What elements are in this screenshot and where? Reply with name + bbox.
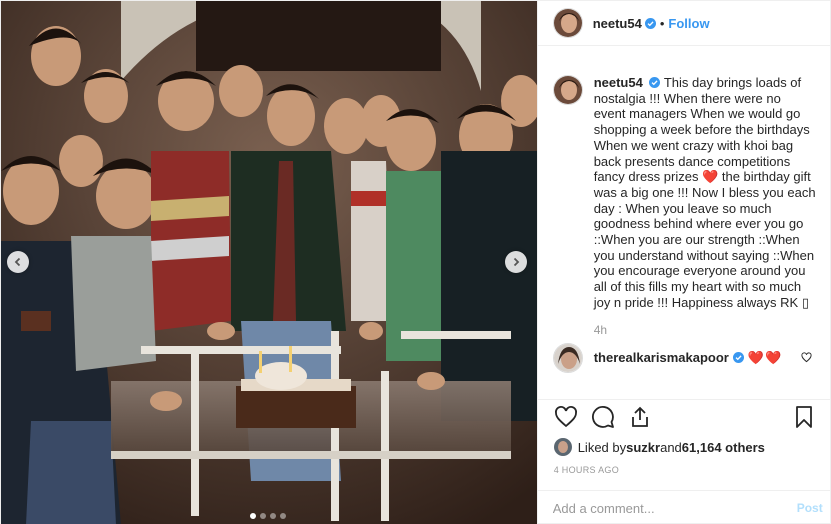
save-icon[interactable]	[792, 405, 816, 429]
avatar[interactable]	[552, 75, 583, 105]
liker-photo-image	[553, 438, 572, 456]
comment-input[interactable]	[552, 500, 797, 516]
add-comment-bar: Post	[537, 490, 831, 524]
party-photo-image	[1, 1, 537, 524]
comment-heart-emoji: ❤️	[765, 349, 782, 365]
comment-like-icon[interactable]	[801, 352, 812, 363]
comment-row: therealkarismakapoor ❤️ ❤️	[552, 342, 816, 373]
caption-body-part2: the birthday gift was a big one !!! Now …	[593, 169, 816, 310]
caption-body-part1: This day brings loads of nostalgia !!! W…	[593, 75, 810, 185]
instagram-post: neetu54 • Follow neetu54 This day brings…	[0, 0, 831, 524]
carousel-dot	[250, 513, 256, 519]
heart-icon[interactable]	[554, 405, 578, 429]
likes-prefix: Liked by	[577, 439, 627, 455]
header-separator: •	[659, 15, 665, 31]
post-header: neetu54 • Follow	[537, 1, 830, 46]
carousel-indicator	[250, 513, 286, 519]
avatar[interactable]	[552, 8, 583, 38]
comments-area: neetu54 This day brings loads of nostalg…	[538, 47, 831, 399]
action-icons	[554, 402, 816, 432]
carousel-dot	[260, 513, 266, 519]
caption-text: neetu54 This day brings loads of nostalg…	[594, 75, 816, 311]
post-actions: Liked by suzkr and 61,164 others 4 HOURS…	[537, 399, 831, 475]
post-photo[interactable]	[1, 1, 537, 524]
caption: neetu54 This day brings loads of nostalg…	[552, 75, 816, 311]
header-username[interactable]: neetu54	[593, 16, 642, 31]
comment-heart-emoji: ❤️	[747, 349, 765, 365]
avatar[interactable]	[553, 438, 572, 456]
carousel-next-button[interactable]	[505, 251, 527, 273]
likes-summary: Liked by suzkr and 61,164 others	[553, 438, 816, 456]
carousel-previous-button[interactable]	[7, 251, 29, 273]
profile-photo-image	[553, 76, 582, 104]
profile-photo-image	[553, 9, 582, 37]
emoji-placeholder: ▯	[801, 294, 809, 310]
commenter-photo-image	[553, 343, 582, 372]
verified-badge-icon	[644, 17, 656, 29]
chevron-right-icon	[513, 257, 520, 267]
follow-button[interactable]: Follow	[668, 16, 709, 31]
caption-username[interactable]: neetu54	[594, 75, 643, 90]
post-side-panel: neetu54 • Follow neetu54 This day brings…	[536, 1, 831, 524]
comment-username[interactable]: therealkarismakapoor	[594, 350, 729, 365]
post-date[interactable]: 4 HOURS AGO	[554, 465, 816, 475]
chevron-left-icon	[14, 257, 21, 267]
comment-icon[interactable]	[591, 405, 615, 429]
post-comment-button[interactable]: Post	[797, 501, 823, 515]
share-icon[interactable]	[628, 405, 652, 429]
heart-emoji: ❤️	[702, 169, 719, 185]
liker-username[interactable]: suzkr	[626, 440, 660, 455]
carousel-dot	[270, 513, 276, 519]
verified-badge-icon	[649, 77, 661, 88]
carousel-dot	[280, 513, 286, 519]
caption-timestamp[interactable]: 4h	[594, 323, 816, 337]
likes-middle: and	[660, 439, 682, 455]
verified-badge-icon	[732, 352, 744, 364]
likes-count[interactable]: 61,164 others	[682, 440, 765, 455]
avatar[interactable]	[552, 342, 583, 373]
